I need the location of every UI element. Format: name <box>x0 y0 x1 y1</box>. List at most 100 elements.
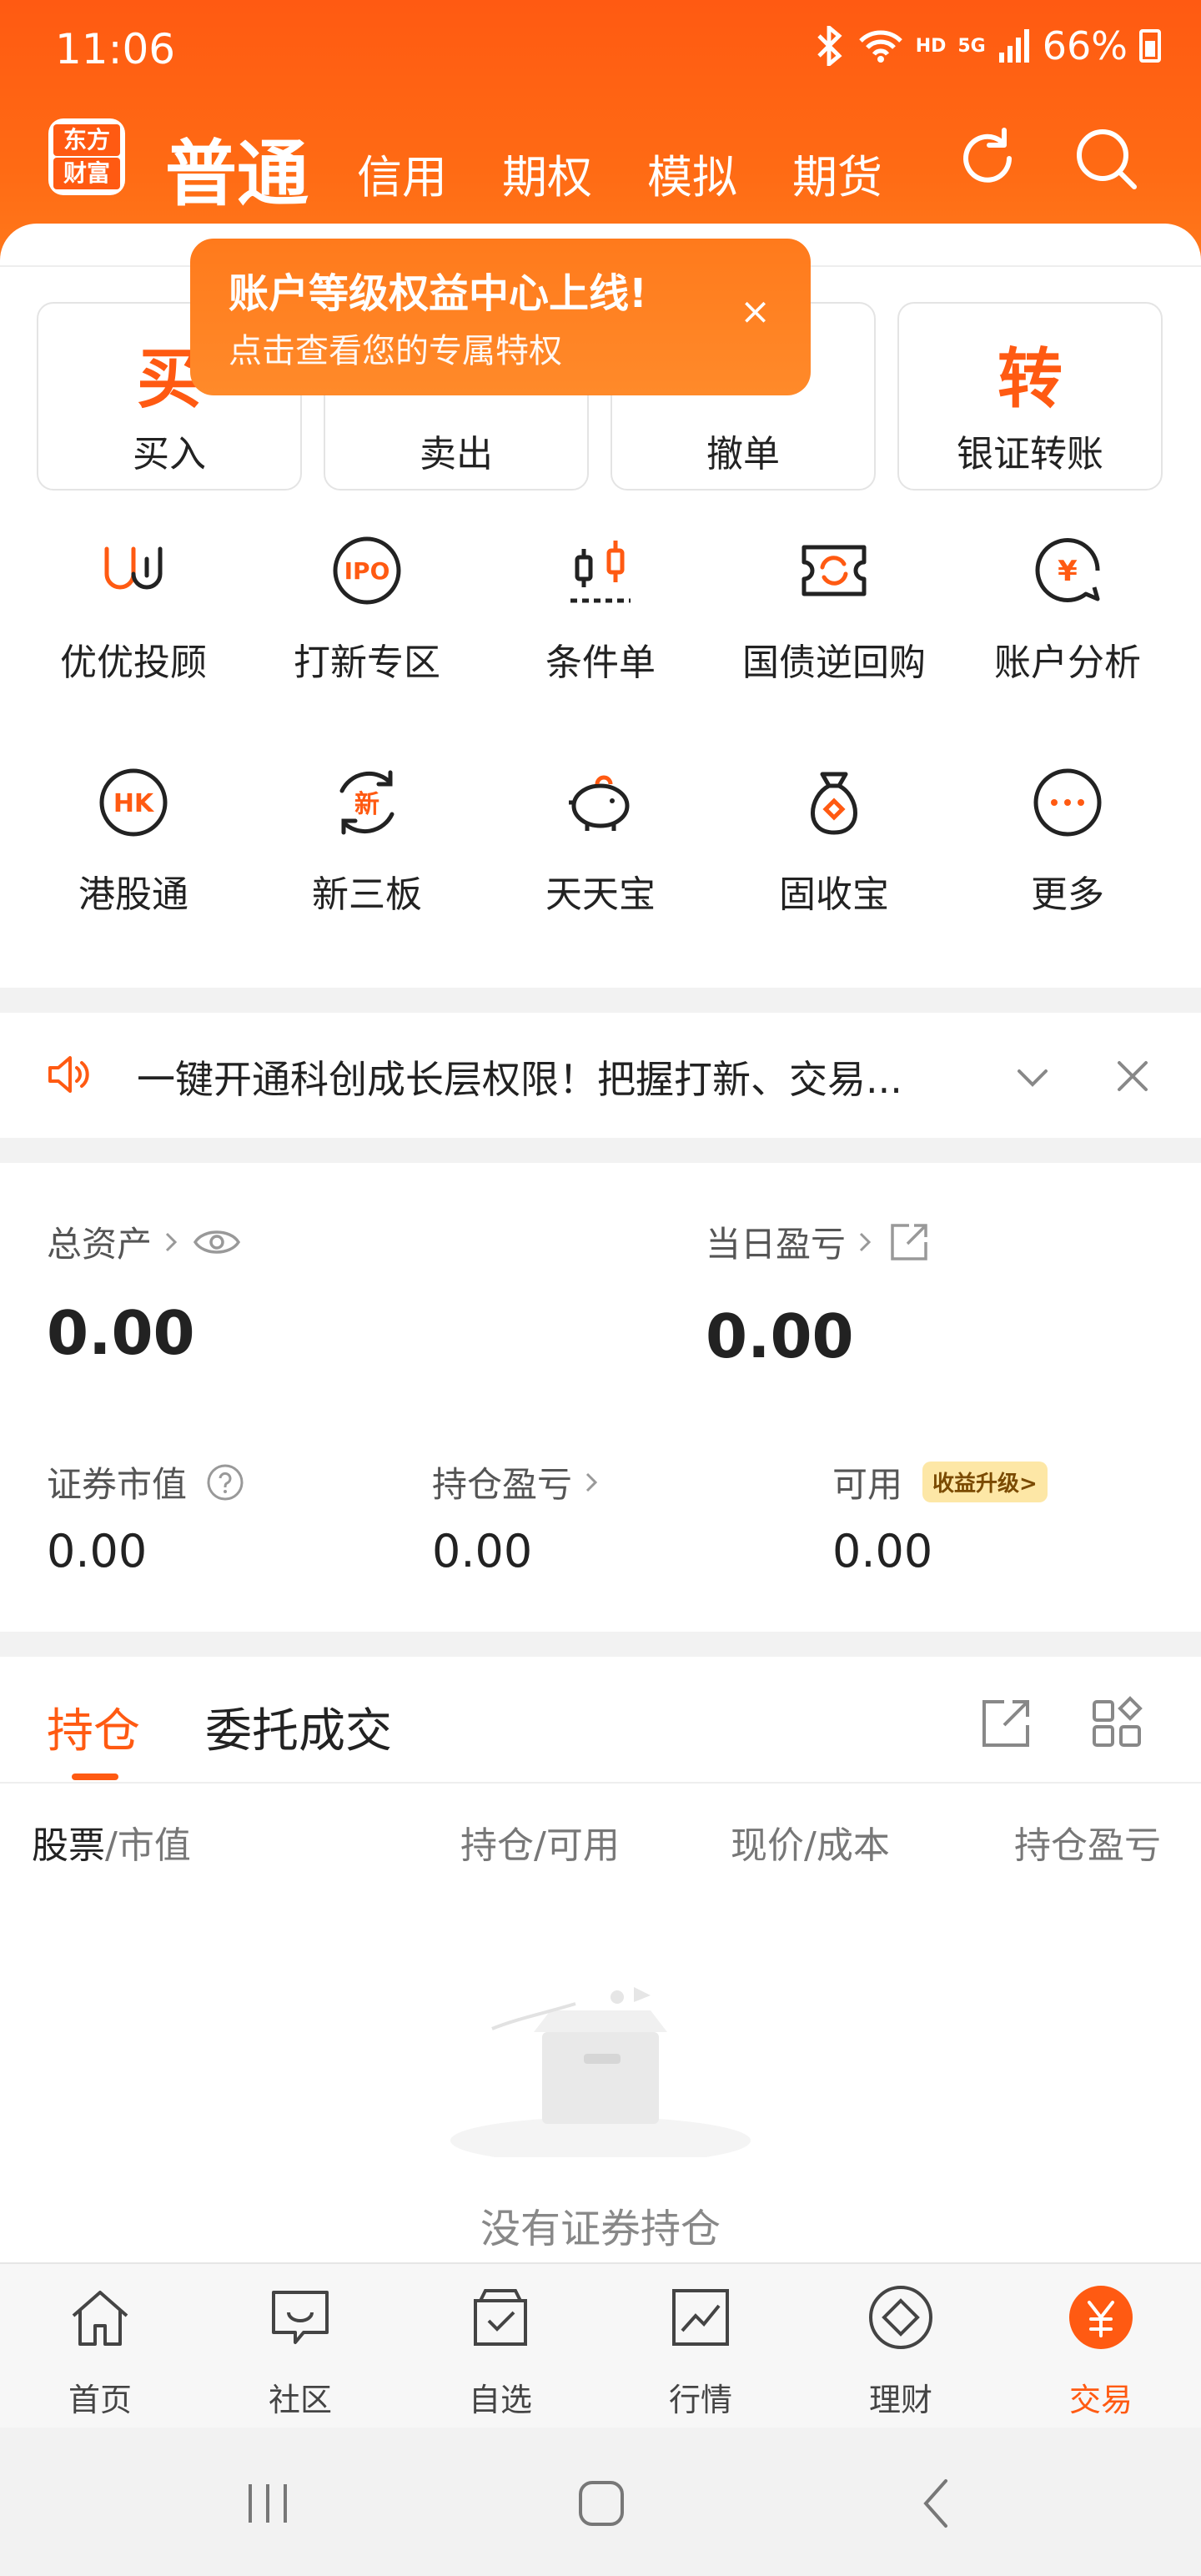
nav-label: 社区 <box>268 2382 332 2418</box>
grid-label: 更多 <box>1031 873 1104 916</box>
empty-box-illustration <box>450 1987 751 2157</box>
grid-item-account-analysis[interactable]: ¥ 账户分析 <box>951 534 1184 742</box>
more-icon <box>1033 768 1102 837</box>
grid-item-gushoubao[interactable]: 固收宝 <box>717 766 951 974</box>
column-stock-label: 股票 <box>32 1824 105 1867</box>
nav-market[interactable]: 行情 <box>600 2282 801 2424</box>
signal-icon <box>998 29 1029 63</box>
column-holding[interactable]: 持仓/可用 <box>460 1815 620 1869</box>
grid-item-youyou[interactable]: 优优投顾 <box>17 534 250 742</box>
tab-normal[interactable]: 普通 <box>165 115 309 219</box>
daily-pl-label[interactable]: 当日盈亏 <box>706 1216 932 1267</box>
status-icons: HD 5G 66% <box>812 23 1161 68</box>
eye-icon[interactable] <box>192 1222 242 1262</box>
grid-label: 账户分析 <box>994 641 1141 684</box>
ipo-icon: IPO <box>333 536 401 605</box>
layout-grid-icon[interactable] <box>1088 1693 1148 1753</box>
repo-icon <box>802 545 867 596</box>
bluetooth-icon <box>817 26 842 66</box>
available-value: 0.00 <box>832 1525 933 1577</box>
chevron-down-icon[interactable] <box>1011 1056 1054 1099</box>
market-chart-icon <box>672 2289 729 2346</box>
share-icon[interactable] <box>976 1693 1036 1753</box>
tab-futures[interactable]: 期货 <box>792 140 882 206</box>
logo-text-top: 东方 <box>53 124 120 156</box>
svg-text:¥: ¥ <box>1058 555 1078 588</box>
nav-wealth[interactable]: 理财 <box>801 2282 1001 2424</box>
grid-item-more[interactable]: 更多 <box>951 766 1184 974</box>
tab-options[interactable]: 期权 <box>502 140 592 206</box>
grid-label: 国债逆回购 <box>742 641 926 684</box>
transfer-glyph: 转 <box>997 342 1063 417</box>
app-logo: 东方 财富 <box>48 118 125 195</box>
yuan-trade-icon <box>1069 2286 1133 2349</box>
nav-label: 自选 <box>468 2382 532 2418</box>
battery-percent: 66% <box>1042 23 1128 68</box>
nav-label: 首页 <box>68 2382 132 2418</box>
grid-item-ipo[interactable]: IPO 打新专区 <box>250 534 484 742</box>
nav-home[interactable]: 首页 <box>0 2282 200 2424</box>
watchlist-icon <box>474 2289 527 2346</box>
total-assets-label[interactable]: 总资产 <box>47 1216 242 1267</box>
signal-label: 5G <box>957 35 986 57</box>
close-icon[interactable]: × <box>740 290 771 333</box>
grid-label: 固收宝 <box>779 873 889 916</box>
money-bag-icon <box>811 772 857 835</box>
announcement-banner[interactable]: 一键开通科创成长层权限！把握打新、交易... <box>0 1013 1201 1138</box>
position-pl-label[interactable]: 持仓盈亏 <box>432 1457 604 1507</box>
positions-panel: 持仓 委托成交 股票/市值 持仓/可用 现价/成本 持仓盈亏 没有证券持仓 <box>0 1657 1201 2262</box>
chat-icon <box>272 2291 329 2344</box>
column-pl[interactable]: 持仓盈亏 <box>1014 1815 1201 1869</box>
divider <box>0 1782 1201 1784</box>
tab-credit[interactable]: 信用 <box>357 140 447 206</box>
svg-text:HK: HK <box>113 789 155 818</box>
svg-text:IPO: IPO <box>344 557 390 585</box>
share-icon[interactable] <box>886 1219 932 1265</box>
nav-trade[interactable]: 交易 <box>1001 2282 1201 2424</box>
bottom-navigation: 首页 社区 自选 行情 理财 交易 <box>0 2262 1201 2428</box>
home-button-icon[interactable] <box>572 2474 631 2533</box>
status-time: 11:06 <box>55 25 176 73</box>
status-bar: 11:06 HD 5G 66% <box>0 0 1201 100</box>
market-value-label[interactable]: 证券市值 <box>47 1457 245 1507</box>
privilege-center-tooltip[interactable]: 账户等级权益中心上线! 点击查看您的专属特权 × <box>190 239 811 395</box>
youyou-icon <box>104 546 163 590</box>
market-value-text: 证券市值 <box>47 1464 188 1505</box>
chevron-right-icon <box>859 1232 872 1251</box>
tab-positions[interactable]: 持仓 <box>47 1693 140 1761</box>
tooltip-subtitle: 点击查看您的专属特权 <box>229 332 562 370</box>
system-navigation-bar <box>0 2428 1201 2576</box>
tab-simulation[interactable]: 模拟 <box>647 140 737 206</box>
nav-label: 行情 <box>668 2382 732 2418</box>
grid-item-conditional-order[interactable]: 条件单 <box>484 534 717 742</box>
column-price[interactable]: 现价/成本 <box>731 1815 890 1869</box>
column-stock[interactable]: 股票/市值 <box>32 1815 191 1869</box>
grid-item-neeq[interactable]: 新 新三板 <box>250 766 484 974</box>
yield-upgrade-badge[interactable]: 收益升级> <box>922 1462 1048 1502</box>
wifi-icon <box>858 30 902 63</box>
search-icon[interactable] <box>1071 123 1141 194</box>
hk-icon: HK <box>99 768 168 837</box>
refresh-icon[interactable] <box>952 123 1023 194</box>
nav-watchlist[interactable]: 自选 <box>400 2282 600 2424</box>
tab-orders-trades[interactable]: 委托成交 <box>205 1693 392 1761</box>
back-icon[interactable] <box>909 2474 967 2533</box>
grid-item-treasury-repo[interactable]: 国债逆回购 <box>717 534 951 742</box>
grid-item-tiantianbao[interactable]: 天天宝 <box>484 766 717 974</box>
cancel-order-label: 撤单 <box>706 433 780 475</box>
chevron-right-icon <box>585 1472 598 1492</box>
column-market-value-label: /市值 <box>105 1824 191 1867</box>
nav-community[interactable]: 社区 <box>200 2282 400 2424</box>
active-tab-indicator <box>72 1774 118 1780</box>
recent-apps-icon[interactable] <box>239 2474 297 2533</box>
banner-text: 一键开通科创成长层权限！把握打新、交易... <box>137 1057 902 1102</box>
logo-text-bottom: 财富 <box>53 158 120 189</box>
daily-pl-text: 当日盈亏 <box>706 1224 847 1265</box>
empty-state-text: 没有证券持仓 <box>480 2206 721 2252</box>
grid-item-hk-connect[interactable]: HK 港股通 <box>17 766 250 974</box>
position-pl-value: 0.00 <box>432 1525 533 1577</box>
buy-label: 买入 <box>133 433 206 475</box>
close-icon[interactable] <box>1111 1054 1154 1098</box>
bank-transfer-button[interactable]: 转 银证转账 <box>897 302 1163 491</box>
help-icon[interactable] <box>205 1462 245 1502</box>
